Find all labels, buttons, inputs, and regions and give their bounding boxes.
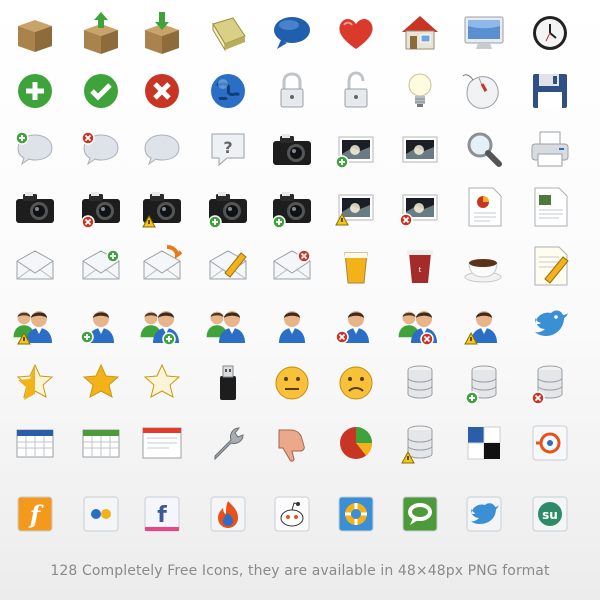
document-edit-icon: [525, 241, 575, 291]
comment-delete-icon: [76, 124, 126, 174]
table-blue-icon: [10, 418, 60, 468]
icon-grid: ? t f f su: [0, 0, 600, 600]
feedburner-icon: [203, 489, 253, 539]
database-warning-icon: [395, 418, 445, 468]
book-icon: [203, 8, 253, 58]
user-warning-icon: [459, 299, 509, 349]
users-warning-icon: [10, 299, 60, 349]
stumbleupon-icon: su: [525, 489, 575, 539]
application-window-icon: [137, 418, 187, 468]
speech-bubble-blue-icon: [267, 8, 317, 58]
mail-delete-icon: [267, 241, 317, 291]
twitter-icon: [459, 489, 509, 539]
add-green-icon: [10, 66, 60, 116]
svg-text:su: su: [542, 508, 558, 522]
home-icon: [395, 8, 445, 58]
user-delete-icon: [331, 299, 381, 349]
delete-red-icon: [137, 66, 187, 116]
printer-icon: [525, 124, 575, 174]
lock-open-icon: [331, 66, 381, 116]
image-warning-icon: [331, 182, 381, 232]
usb-drive-icon: [203, 358, 253, 408]
wrench-icon: [203, 418, 253, 468]
box-upload-icon: [76, 8, 126, 58]
flickr-icon: [76, 489, 126, 539]
mail-open-icon: [10, 241, 60, 291]
svg-text:t: t: [419, 266, 422, 274]
clock-icon: [525, 8, 575, 58]
camera-warning-icon: [137, 182, 187, 232]
table-green-icon: [76, 418, 126, 468]
star-half-icon: [10, 358, 60, 408]
thumbs-down-icon: [267, 418, 317, 468]
comment-icon: [137, 124, 187, 174]
twitter-bird-icon: [525, 299, 575, 349]
smiley-unhappy-icon: [331, 358, 381, 408]
mail-forward-icon: [137, 241, 187, 291]
help-question-icon: ?: [203, 124, 253, 174]
camera-delete-icon: [76, 182, 126, 232]
coffee-cup-icon: [459, 241, 509, 291]
document-image-icon: [525, 182, 575, 232]
mail-edit-icon: [203, 241, 253, 291]
svg-text:?: ?: [223, 138, 232, 157]
technorati-icon: [395, 489, 445, 539]
users-icon: [203, 299, 253, 349]
magnifier-icon: [459, 124, 509, 174]
svg-text:f: f: [157, 503, 167, 528]
lock-closed-icon: [267, 66, 317, 116]
mixx-icon: [525, 418, 575, 468]
star-empty-icon: [137, 358, 187, 408]
facebook-icon: f: [137, 489, 187, 539]
heart-icon: [331, 8, 381, 58]
user-icon: [267, 299, 317, 349]
database-icon: [395, 358, 445, 408]
mouse-icon: [459, 66, 509, 116]
camera-icon: [267, 124, 317, 174]
box-icon: [10, 8, 60, 58]
camera-add-small-icon: [267, 182, 317, 232]
beer-glass-icon: [331, 241, 381, 291]
image-delete-icon: [395, 182, 445, 232]
globe-icon: [203, 66, 253, 116]
coffee-cup-paper-icon: t: [395, 241, 445, 291]
delicious-icon: [459, 418, 509, 468]
pie-chart-icon: [331, 418, 381, 468]
image-icon: [395, 124, 445, 174]
monitor-icon: [459, 8, 509, 58]
document-chart-icon: [459, 182, 509, 232]
image-add-icon: [331, 124, 381, 174]
friendfeed-icon: f: [10, 489, 60, 539]
comment-add-icon: [10, 124, 60, 174]
camera-add-alt-icon: [203, 182, 253, 232]
check-green-icon: [76, 66, 126, 116]
star-full-icon: [76, 358, 126, 408]
caption: 128 Completely Free Icons, they are avai…: [50, 563, 550, 579]
users-add-icon: [137, 299, 187, 349]
lightbulb-icon: [395, 66, 445, 116]
users-delete-icon: [395, 299, 445, 349]
reddit-icon: [267, 489, 317, 539]
smiley-sad-icon: [267, 358, 317, 408]
database-add-icon: [459, 358, 509, 408]
lifebuoy-icon: [331, 489, 381, 539]
floppy-disk-icon: [525, 66, 575, 116]
box-download-icon: [137, 8, 187, 58]
user-add-icon: [76, 299, 126, 349]
mail-add-icon: [76, 241, 126, 291]
database-delete-icon: [525, 358, 575, 408]
camera-add-icon: [10, 182, 60, 232]
